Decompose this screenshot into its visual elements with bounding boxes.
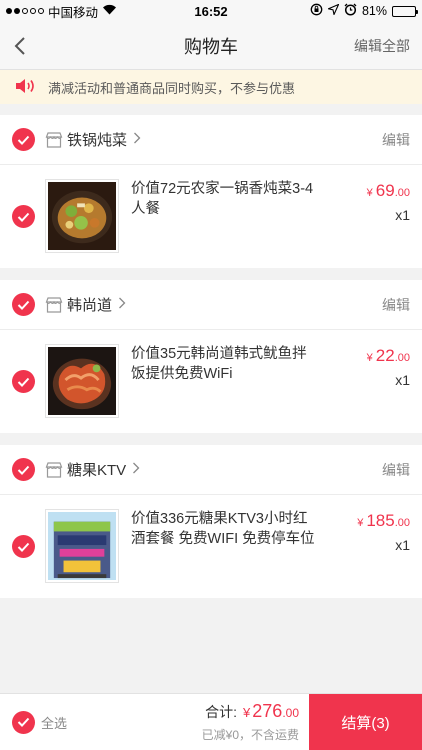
chevron-right-icon [132,461,140,479]
select-all-label[interactable]: 全选 [41,713,67,732]
page-title: 购物车 [184,36,238,57]
check-icon [17,542,30,552]
item-checkbox[interactable] [12,535,35,558]
total-line: 合计: ¥276.00 [205,701,299,721]
item-image[interactable] [45,509,119,583]
item-price: ¥22.00 [366,346,410,365]
cart-item[interactable]: 价值72元农家一锅香炖菜3-4人餐 ¥69.00 x1 [0,165,422,268]
item-checkbox[interactable] [12,370,35,393]
cart-group: 铁锅炖菜 编辑 价值72元农家一锅香炖菜3-4人餐 ¥69.00 x1 [0,115,422,268]
shop-edit-button[interactable]: 编辑 [382,130,410,150]
shop-header: 铁锅炖菜 编辑 [0,115,422,165]
carrier-label: 中国移动 [48,5,99,20]
check-icon [17,135,30,145]
battery-percent: 81% [361,4,387,18]
shop-checkbox[interactable] [12,128,35,151]
notice-text: 满减活动和普通商品同时购买，不参与优惠 [48,80,296,96]
item-image[interactable] [45,179,119,253]
discount-note: 已减¥0，不含运费 [201,728,299,742]
item-quantity: x1 [395,372,410,388]
order-total: 合计: ¥276.00 已减¥0，不含运费 [202,701,299,743]
check-icon [17,300,30,310]
shop-name[interactable]: 糖果KTV [67,459,126,480]
chevron-right-icon [133,131,141,149]
item-checkbox[interactable] [12,205,35,228]
edit-all-button[interactable]: 编辑全部 [354,36,410,56]
cart-item[interactable]: 价值336元糖果KTV3小时红酒套餐 免费WIFI 免费停车位 ¥185.00 … [0,495,422,598]
shop-checkbox[interactable] [12,293,35,316]
store-icon [45,131,63,148]
cart-group: 糖果KTV 编辑 价值336元糖果KTV3小时红酒套餐 免费WIFI 免费停车位… [0,445,422,598]
shop-header: 糖果KTV 编辑 [0,445,422,495]
cart-item[interactable]: 价值35元韩尚道韩式鱿鱼拌饭提供免费WiFi ¥22.00 x1 [0,330,422,433]
promo-notice: 满减活动和普通商品同时购买，不参与优惠 [0,70,422,104]
check-icon [17,377,30,387]
item-image[interactable] [45,344,119,418]
lock-rotation-icon [310,3,323,19]
shop-name[interactable]: 铁锅炖菜 [67,129,127,150]
status-bar: 中国移动 16:52 81% [0,0,422,22]
store-icon [45,461,63,478]
item-price: ¥185.00 [357,511,410,530]
chevron-left-icon [14,36,25,55]
item-title[interactable]: 价值35元韩尚道韩式鱿鱼拌饭提供免费WiFi [131,344,321,384]
signal-icon [6,8,44,14]
checkout-bar: 全选 合计: ¥276.00 已减¥0，不含运费 结算(3) [0,693,422,750]
cart-group: 韩尚道 编辑 价值35元韩尚道韩式鱿鱼拌饭提供免费WiFi ¥22.00 x1 [0,280,422,433]
nav-bar: 购物车 编辑全部 [0,22,422,70]
shop-edit-button[interactable]: 编辑 [382,460,410,480]
back-button[interactable] [0,22,40,70]
item-title[interactable]: 价值72元农家一锅香炖菜3-4人餐 [131,179,321,219]
item-quantity: x1 [395,537,410,553]
shop-header: 韩尚道 编辑 [0,280,422,330]
alarm-icon [344,3,357,19]
store-icon [45,296,63,313]
shop-name[interactable]: 韩尚道 [67,294,112,315]
select-all-checkbox[interactable] [12,710,35,734]
check-icon [17,717,30,727]
check-icon [17,212,30,222]
shop-edit-button[interactable]: 编辑 [382,295,410,315]
battery-icon [392,5,418,17]
location-icon [326,3,340,18]
chevron-right-icon [118,296,126,314]
wifi-icon [102,4,117,18]
checkout-button[interactable]: 结算(3) [309,693,422,750]
item-title[interactable]: 价值336元糖果KTV3小时红酒套餐 免费WIFI 免费停车位 [131,509,321,549]
clock: 16:52 [194,3,228,19]
check-icon [17,465,30,475]
item-quantity: x1 [395,207,410,223]
shop-checkbox[interactable] [12,458,35,481]
speaker-icon [14,78,36,97]
item-price: ¥69.00 [366,181,410,200]
